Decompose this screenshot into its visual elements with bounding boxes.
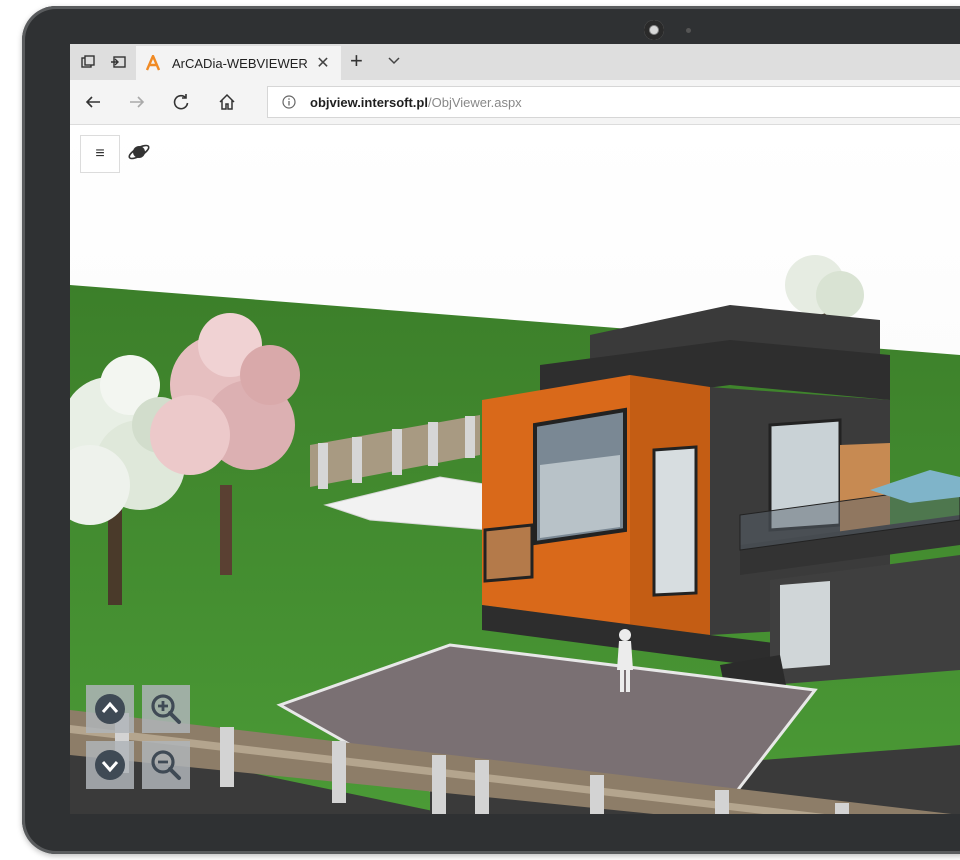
url-path: /ObjViewer.aspx	[427, 94, 522, 110]
camera-icon	[644, 20, 664, 40]
info-icon[interactable]	[282, 95, 296, 109]
url-text: objview.intersoft.pl/ObjViewer.aspx	[310, 95, 522, 110]
close-icon[interactable]: ✕	[313, 53, 333, 73]
chevron-down-icon	[95, 750, 125, 780]
tab-arcadia[interactable]: ArCADia-WEBVIEWER ✕	[136, 46, 341, 80]
tab-title: ArCADia-WEBVIEWER	[172, 55, 308, 71]
refresh-icon[interactable]	[170, 91, 192, 113]
chevron-down-icon[interactable]	[386, 52, 402, 68]
navigation-bar: objview.intersoft.pl/ObjViewer.aspx	[70, 80, 960, 125]
sensor-dot	[686, 28, 691, 33]
planet-icon[interactable]	[126, 139, 152, 165]
address-bar[interactable]: objview.intersoft.pl/ObjViewer.aspx	[267, 86, 960, 118]
tab-actions-icon[interactable]	[78, 52, 98, 72]
home-icon[interactable]	[216, 91, 238, 113]
url-domain: objview.intersoft.pl	[310, 94, 428, 110]
arcadia-logo-icon	[146, 55, 160, 71]
tab-bar: ArCADia-WEBVIEWER ✕ +	[70, 44, 960, 80]
menu-button[interactable]: ≡	[80, 135, 120, 173]
arrow-left-icon[interactable]	[82, 91, 104, 113]
zoom-in-icon	[151, 694, 181, 724]
arrow-right-icon[interactable]	[126, 91, 148, 113]
zoom-out-button[interactable]	[142, 741, 190, 789]
house-3d-scene[interactable]	[70, 125, 960, 814]
set-tabs-aside-icon[interactable]	[108, 52, 128, 72]
move-down-button[interactable]	[86, 741, 134, 789]
zoom-out-icon	[151, 750, 181, 780]
new-tab-button[interactable]: +	[350, 50, 363, 72]
move-up-button[interactable]	[86, 685, 134, 733]
zoom-in-button[interactable]	[142, 685, 190, 733]
chevron-up-icon	[95, 694, 125, 724]
browser-window: ArCADia-WEBVIEWER ✕ + objview.intersoft.…	[70, 44, 960, 814]
model-viewport[interactable]: ≡	[70, 125, 960, 814]
